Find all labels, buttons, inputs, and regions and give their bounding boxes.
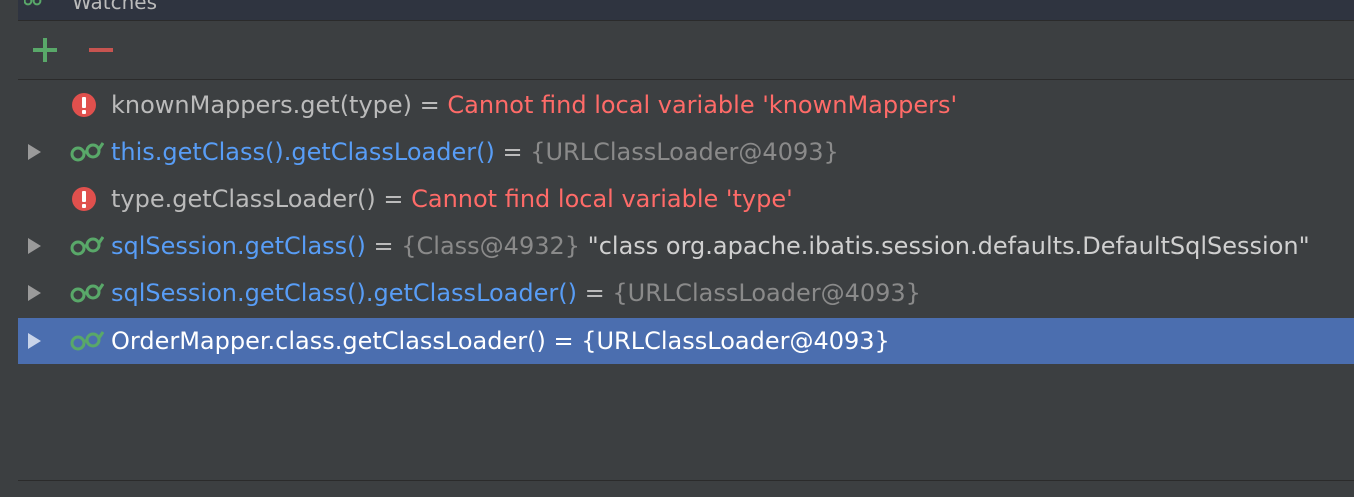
watch-expression: type.getClassLoader() [111,185,376,213]
watch-row-text: knownMappers.get(type) = Cannot find loc… [111,82,957,128]
error-icon [70,92,102,118]
watches-toolbar [18,21,1354,80]
watch-expression: sqlSession.getClass().getClassLoader() [111,279,577,307]
watch-glasses-icon [70,280,104,306]
watch-glasses-icon [70,139,104,165]
equals-separator: = [412,91,448,119]
watch-expression: OrderMapper.class.getClassLoader() [111,327,546,355]
watch-expression: knownMappers.get(type) [111,91,413,119]
watch-row-text: type.getClassLoader() = Cannot find loca… [111,176,793,222]
watch-glasses-icon [70,328,104,354]
watch-row-text: sqlSession.getClass() = {Class@4932} "cl… [111,223,1310,269]
watches-glasses-icon [23,0,42,6]
equals-separator: = [545,327,582,355]
watch-row-text: sqlSession.getClass().getClassLoader() =… [111,270,921,316]
add-watch-button[interactable] [28,33,62,67]
panel-title-bar: Watches [18,0,1354,21]
watch-value: {Class@4932} [401,232,581,260]
watch-expression: this.getClass().getClassLoader() [111,138,495,166]
watch-row[interactable]: knownMappers.get(type) = Cannot find loc… [18,82,1354,128]
remove-watch-button[interactable] [84,33,118,67]
equals-separator: = [365,232,402,260]
watch-value-string: "class org.apache.ibatis.session.default… [580,232,1310,260]
watch-value: Cannot find local variable 'type' [411,185,793,213]
watches-panel: Watches knownMappers.get(type) = Cannot … [0,0,1354,497]
watch-row[interactable]: type.getClassLoader() = Cannot find loca… [18,176,1354,222]
error-icon [70,186,102,212]
watch-list: knownMappers.get(type) = Cannot find loc… [18,80,1354,480]
watch-expression: sqlSession.getClass() [111,232,366,260]
equals-separator: = [494,138,531,166]
watch-row[interactable]: sqlSession.getClass() = {Class@4932} "cl… [18,223,1354,269]
watch-row[interactable]: sqlSession.getClass().getClassLoader() =… [18,270,1354,316]
expand-arrow-icon[interactable] [28,144,41,160]
equals-separator: = [577,279,613,307]
watch-row-selected[interactable]: OrderMapper.class.getClassLoader() = {UR… [18,318,1354,364]
watch-value: {URLClassLoader@4093} [612,279,921,307]
watch-row-text: OrderMapper.class.getClassLoader() = {UR… [111,318,890,364]
expand-arrow-icon[interactable] [28,285,41,301]
watch-row[interactable]: this.getClass().getClassLoader() = {URLC… [18,129,1354,175]
bottom-scroll-area [18,480,1354,497]
expand-arrow-icon[interactable] [28,238,41,254]
watch-glasses-icon [70,233,104,259]
plus-icon [33,38,57,62]
expand-arrow-icon[interactable] [28,333,41,349]
watch-row-text: this.getClass().getClassLoader() = {URLC… [111,129,839,175]
watch-value: {URLClassLoader@4093} [581,327,890,355]
minus-icon [89,48,113,52]
left-gutter [0,0,19,496]
watch-value: {URLClassLoader@4093} [530,138,839,166]
watch-value: Cannot find local variable 'knownMappers… [447,91,958,119]
equals-separator: = [375,185,412,213]
panel-title: Watches [72,0,157,14]
